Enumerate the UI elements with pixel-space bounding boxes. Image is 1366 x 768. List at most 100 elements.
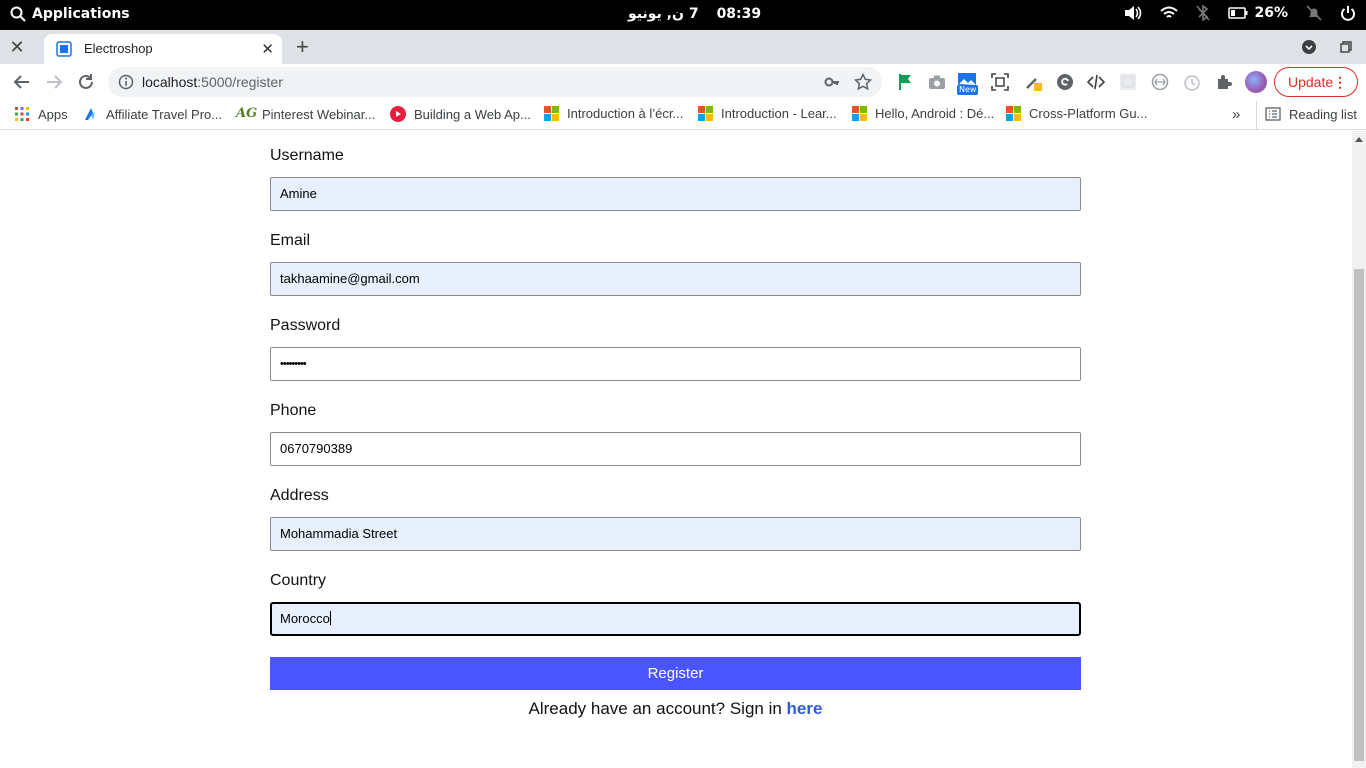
web-extension-icon[interactable]	[1151, 73, 1169, 91]
bookmark-apps[interactable]: Apps	[14, 106, 68, 122]
update-label: Update	[1288, 74, 1334, 90]
signin-text: Already have an account? Sign in	[528, 699, 787, 718]
bookmark-label: Building a Web Ap...	[414, 106, 531, 122]
new-tab-icon[interactable]: +	[296, 36, 309, 58]
bookmark-label: Apps	[38, 106, 68, 122]
microsoft-logo-icon	[698, 106, 713, 121]
battery-indicator[interactable]: 26%	[1228, 5, 1288, 21]
new-badge: New	[957, 85, 979, 95]
password-input[interactable]: •••••••••	[270, 347, 1081, 381]
country-input[interactable]: Morocco	[270, 602, 1081, 636]
username-input[interactable]: Amine	[270, 177, 1081, 211]
image-extension-icon	[958, 73, 976, 85]
url-path: :5000/register	[197, 74, 283, 90]
restore-window-icon[interactable]	[1340, 41, 1352, 53]
country-value: Morocco	[280, 611, 330, 626]
reload-icon[interactable]	[76, 72, 96, 92]
bookmark-label: Pinterest Webinar...	[262, 106, 376, 122]
video-logo-icon	[390, 106, 406, 122]
bookmark-star-icon[interactable]	[854, 73, 872, 91]
bookmark-introduction-learn[interactable]: Introduction - Lear...	[698, 106, 837, 121]
register-page: Username Amine Email takhaamine@gmail.co…	[0, 131, 1352, 768]
grammar-extension-icon[interactable]	[1056, 73, 1074, 91]
register-button[interactable]: Register	[270, 657, 1081, 690]
address-bar[interactable]: localhost:5000/register	[108, 67, 882, 97]
signin-prompt: Already have an account? Sign in here	[270, 699, 1081, 719]
browser-toolbar: localhost:5000/register New Update ⋮	[0, 64, 1366, 100]
capture-area-icon[interactable]	[991, 73, 1009, 91]
grid-extension-icon[interactable]	[1119, 73, 1137, 91]
username-label: Username	[270, 147, 344, 164]
bookmark-building-web-app[interactable]: Building a Web Ap...	[390, 106, 531, 122]
volume-icon[interactable]	[1124, 5, 1142, 21]
bookmark-label: Hello, Android : Dé...	[875, 106, 995, 121]
reading-list-button[interactable]: Reading list	[1265, 106, 1357, 122]
ag-logo-icon: AG	[236, 106, 258, 121]
email-input[interactable]: takhaamine@gmail.com	[270, 262, 1081, 296]
flag-extension-icon[interactable]	[896, 73, 914, 91]
profile-avatar[interactable]	[1245, 71, 1267, 93]
bookmark-pinterest-webinar[interactable]: AG Pinterest Webinar...	[236, 106, 375, 122]
bookmarks-bar: Apps Affiliate Travel Pro... AG Pinteres…	[0, 100, 1366, 130]
bookmark-introduction-ecriture[interactable]: Introduction à l’écr...	[544, 106, 683, 121]
back-arrow-icon[interactable]	[12, 72, 32, 92]
bluetooth-off-icon[interactable]	[1196, 5, 1211, 21]
site-info-icon[interactable]	[118, 74, 134, 90]
microsoft-logo-icon	[852, 106, 867, 121]
apps-grid-icon	[15, 107, 29, 121]
clock[interactable]: 7 ن, يونيو 08:39	[628, 6, 761, 22]
url-text[interactable]: localhost:5000/register	[142, 74, 283, 90]
timer-extension-icon[interactable]	[1183, 73, 1201, 91]
battery-percent: 26%	[1254, 5, 1288, 21]
battery-icon	[1228, 7, 1248, 19]
tab-electroshop[interactable]: Electroshop ✕	[44, 34, 282, 64]
address-label: Address	[270, 487, 329, 504]
code-icon[interactable]	[1087, 73, 1105, 91]
date-text: 7 ن, يونيو	[628, 6, 699, 22]
bookmark-affiliate-travel[interactable]: Affiliate Travel Pro...	[82, 106, 222, 122]
travel-logo-icon	[85, 108, 95, 120]
address-input[interactable]: Mohammadia Street	[270, 517, 1081, 551]
forward-arrow-icon[interactable]	[44, 72, 64, 92]
reading-list-label: Reading list	[1289, 106, 1357, 122]
more-menu-icon[interactable]: ⋮	[1333, 68, 1347, 96]
extensions-puzzle-icon[interactable]	[1215, 73, 1233, 91]
time-text: 08:39	[716, 6, 762, 22]
camera-extension-icon[interactable]	[928, 73, 946, 91]
bookmark-cross-platform[interactable]: Cross-Platform Gu...	[1006, 106, 1147, 121]
scroll-up-arrow-icon[interactable]	[1355, 137, 1363, 142]
color-picker-icon[interactable]	[1024, 73, 1042, 91]
signin-link[interactable]: here	[787, 699, 823, 718]
applications-menu[interactable]: Applications	[10, 6, 130, 22]
tab-title: Electroshop	[84, 41, 153, 56]
bookmark-label: Cross-Platform Gu...	[1029, 106, 1148, 121]
bookmark-hello-android[interactable]: Hello, Android : Dé...	[852, 106, 994, 121]
url-host: localhost	[142, 74, 198, 90]
tab-search-icon[interactable]	[1301, 39, 1317, 55]
text-caret	[329, 611, 331, 625]
applications-label: Applications	[32, 6, 130, 22]
tab-close-icon[interactable]: ✕	[261, 40, 274, 58]
email-label: Email	[270, 232, 311, 249]
system-tray: 26%	[1124, 5, 1356, 21]
close-window-icon[interactable]: ✕	[8, 38, 26, 56]
power-icon[interactable]	[1340, 5, 1356, 21]
screenshot-extension[interactable]: New	[957, 72, 979, 98]
bookmarks-divider	[1256, 101, 1257, 129]
bookmark-label: Introduction à l’écr...	[567, 106, 684, 121]
tab-strip: ✕ Electroshop ✕ +	[0, 30, 1366, 64]
bookmark-label: Introduction - Lear...	[721, 106, 837, 121]
wifi-icon[interactable]	[1160, 6, 1179, 20]
update-button[interactable]: Update ⋮	[1274, 67, 1358, 97]
page-scrollbar[interactable]	[1352, 131, 1366, 768]
phone-label: Phone	[270, 402, 317, 419]
password-label: Password	[270, 317, 341, 334]
notifications-off-icon[interactable]	[1306, 5, 1322, 21]
scrollbar-thumb[interactable]	[1354, 269, 1364, 761]
system-top-bar: Applications 7 ن, يونيو 08:39 26%	[0, 0, 1366, 30]
bookmark-label: Affiliate Travel Pro...	[106, 106, 223, 122]
microsoft-logo-icon	[544, 106, 559, 121]
password-key-icon[interactable]	[824, 74, 840, 90]
phone-input[interactable]: 0670790389	[270, 432, 1081, 466]
more-bookmarks-icon[interactable]: »	[1232, 106, 1240, 123]
